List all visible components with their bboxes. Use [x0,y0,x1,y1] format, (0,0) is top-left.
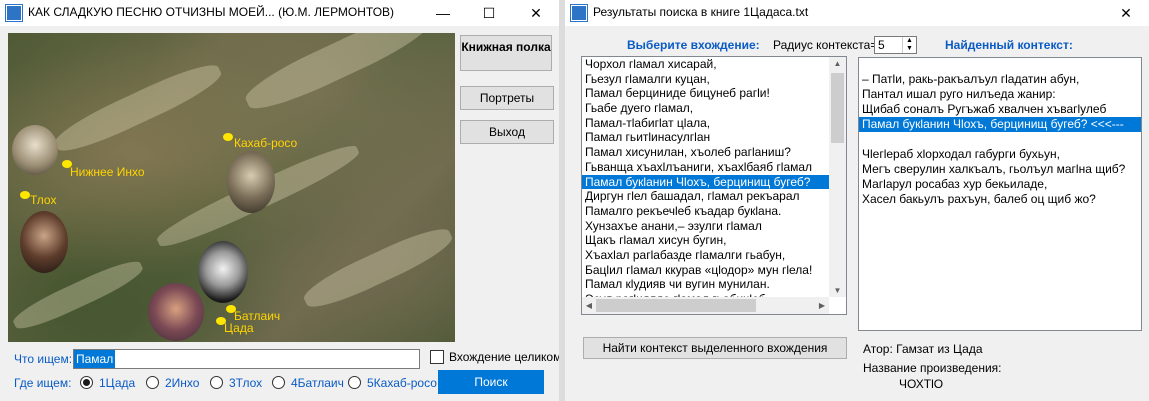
results-titlebar: Результаты поиска в книге 1Цадаса.txt ✕ [565,0,1149,26]
radio-dot [146,376,159,389]
entries-list: Чорхол гlамал хисарай, Гьезул гlамалги ку… [582,57,846,314]
map-ridge [50,56,226,160]
radio-label: 1Цада [99,376,136,390]
search-input-value: Памал [74,350,116,368]
work-title-value: ЧОХТlО [899,377,944,391]
entry-item[interactable]: Диргун гlел башадал, гlамал рекъарал [582,189,846,204]
whole-word-checkbox[interactable] [430,350,444,364]
maximize-icon[interactable]: ☐ [466,0,512,26]
where-label: Где ищем: [14,376,72,390]
context-line[interactable]: Памал букlанин Чlохъ, берцинищ бугеб? <<… [859,117,1141,132]
radio-label: 3Тлох [229,376,263,390]
app-icon [6,5,22,21]
terrain-map[interactable]: Кахаб-росо Нижнее Инхо Тлох Батлаич Цада [8,33,455,342]
entry-item[interactable]: Гьабе дуего гlамал, [582,101,846,116]
context-listbox[interactable]: – Патlи, ракь-ракъалъул гlадатин абун, Па… [858,57,1142,331]
place-label-tloh: Тлох [30,193,57,207]
entry-item[interactable]: Щакъ гlамал хисун бугин, [582,233,846,248]
radio-dot [80,376,93,389]
place-label-inho: Нижнее Инхо [70,165,145,179]
radio-label: 4Батлаич [291,376,344,390]
place-label-kahab-roso: Кахаб-росо [234,136,298,150]
spinner-arrows-icon[interactable]: ▲ ▼ [902,37,916,53]
entries-listbox[interactable]: Чорхол гlамал хисарай, Гьезул гlамалги ку… [581,56,847,315]
context-line[interactable] [859,132,1141,147]
book-shelf-button[interactable]: Книжная полка [460,35,552,71]
scroll-left-icon[interactable]: ◀ [584,301,594,310]
choose-entry-label: Выберите вхождение: [627,38,760,52]
results-window-title: Результаты поиска в книге 1Цадаса.txt [593,5,809,19]
place-label-tsada: Цада [224,321,254,335]
radius-label: Радиус контекста= [773,38,878,52]
find-context-button[interactable]: Найти контекст выделенного вхождения [583,337,847,359]
main-titlebar: КАК СЛАДКУЮ ПЕСНЮ ОТЧИЗНЫ МОЕЙ... (Ю.М. … [0,0,559,26]
context-line[interactable]: – Патlи, ракь-ракъалъул гlадатин абун, [859,72,1141,87]
radio-tloh[interactable]: 3Тлох [210,376,262,390]
map-ridge [239,33,437,119]
close-icon[interactable]: ✕ [513,0,559,26]
app-icon [571,5,587,21]
found-context-label: Найденный контекст: [945,38,1073,52]
entries-hscrollbar[interactable]: ◀ ▶ [582,297,829,314]
radio-label: 2Инхо [165,376,200,390]
portrait-image[interactable] [227,151,275,213]
portraits-button[interactable]: Портреты [460,86,554,110]
scroll-right-icon[interactable]: ▶ [817,301,827,310]
context-line[interactable]: Пантал ишал руго нилъеда жанир: [859,87,1141,102]
author-label: Атор: Гамзат из Цада [863,342,983,356]
radius-spinner[interactable]: 5 ▲ ▼ [874,36,917,54]
radio-kahab-roso[interactable]: 5Кахаб-росо [348,376,437,390]
query-label: Что ищем: [14,352,73,366]
entry-item[interactable]: Памал букlанин Чlохъ, берцинищ бугеб? [582,174,846,190]
entry-item[interactable]: Хунзахъе анани,– эзулги гlамал [582,219,846,234]
search-input[interactable]: Памал [73,349,420,369]
results-window: Результаты поиска в книге 1Цадаса.txt ✕ … [565,0,1149,401]
radio-inho[interactable]: 2Инхо [146,376,199,390]
radio-batlaich[interactable]: 4Батлаич [272,376,344,390]
minimize-icon[interactable]: — [420,0,466,26]
entry-item[interactable]: Памал хисунилан, хъолеб рагlаниш? [582,145,846,160]
entries-vscrollbar[interactable]: ▲ ▼ [829,57,846,297]
portrait-image[interactable] [20,211,68,273]
radio-tsada[interactable]: 1Цада [80,376,135,390]
context-line[interactable]: Мегъ сверулин халкъалъ, гьолъул магlна щ… [859,162,1141,177]
entry-item[interactable]: Памалго рекъечlеб къадар букlана. [582,204,846,219]
entry-item[interactable]: Бацlил гlамал ккурав «цlодор» мун гlела! [582,263,846,278]
entry-item[interactable]: Гьезул гlамалги куцан, [582,72,846,87]
entry-item[interactable]: Памал кlудияв чи вугин мунилан. [582,277,846,292]
context-line[interactable]: Щибаб соналъ Ругъжаб хвалчен хъвагlулеб [859,102,1141,117]
portrait-image[interactable] [148,283,204,341]
entry-item[interactable]: Хъахlал рагlабазде гlамалги гьабун, [582,248,846,263]
map-ridge [299,220,455,316]
context-line[interactable]: Магlарул росабаз хур бекьиладе, [859,177,1141,192]
map-marker[interactable] [223,133,233,141]
close-icon[interactable]: ✕ [1103,0,1149,26]
entry-item[interactable]: Чорхол гlамал хисарай, [582,57,846,72]
entry-item[interactable]: Памал берциниде бицунеб рагlи! [582,86,846,101]
context-line[interactable]: Хасел бакьулъ рахъун, балеб оц щиб жо? [859,192,1141,207]
scroll-up-icon[interactable]: ▲ [829,59,846,68]
context-line[interactable]: Чlегlераб хlорходал габурги бухьун, [859,147,1141,162]
radius-value: 5 [878,38,885,52]
portrait-image[interactable] [12,125,58,175]
entry-item[interactable]: Гьванща хъахlлъаниги, хъахlбаяб гlамал [582,160,846,175]
radio-dot [348,376,361,389]
exit-button[interactable]: Выход [460,120,554,144]
main-window-title: КАК СЛАДКУЮ ПЕСНЮ ОТЧИЗНЫ МОЕЙ... (Ю.М. … [28,5,395,19]
entry-item[interactable]: Памал гьитlинасулгlан [582,130,846,145]
scroll-thumb[interactable] [596,299,756,312]
search-button[interactable]: Поиск [438,370,544,394]
entry-item[interactable]: Памал-тlабигlат цlала, [582,116,846,131]
radio-dot [272,376,285,389]
portrait-image[interactable] [198,241,248,303]
scroll-down-icon[interactable]: ▼ [829,286,846,295]
radio-label: 5Кахаб-росо [367,376,437,390]
scroll-thumb[interactable] [831,73,844,143]
radio-dot [210,376,223,389]
work-title-label: Название произведения: [863,361,1002,375]
main-window: КАК СЛАДКУЮ ПЕСНЮ ОТЧИЗНЫ МОЕЙ... (Ю.М. … [0,0,562,401]
context-list: – Патlи, ракь-ракъалъул гlадатин абун, Па… [859,58,1141,207]
whole-word-label: Вхождение целиком [449,350,562,364]
map-marker[interactable] [20,191,30,199]
